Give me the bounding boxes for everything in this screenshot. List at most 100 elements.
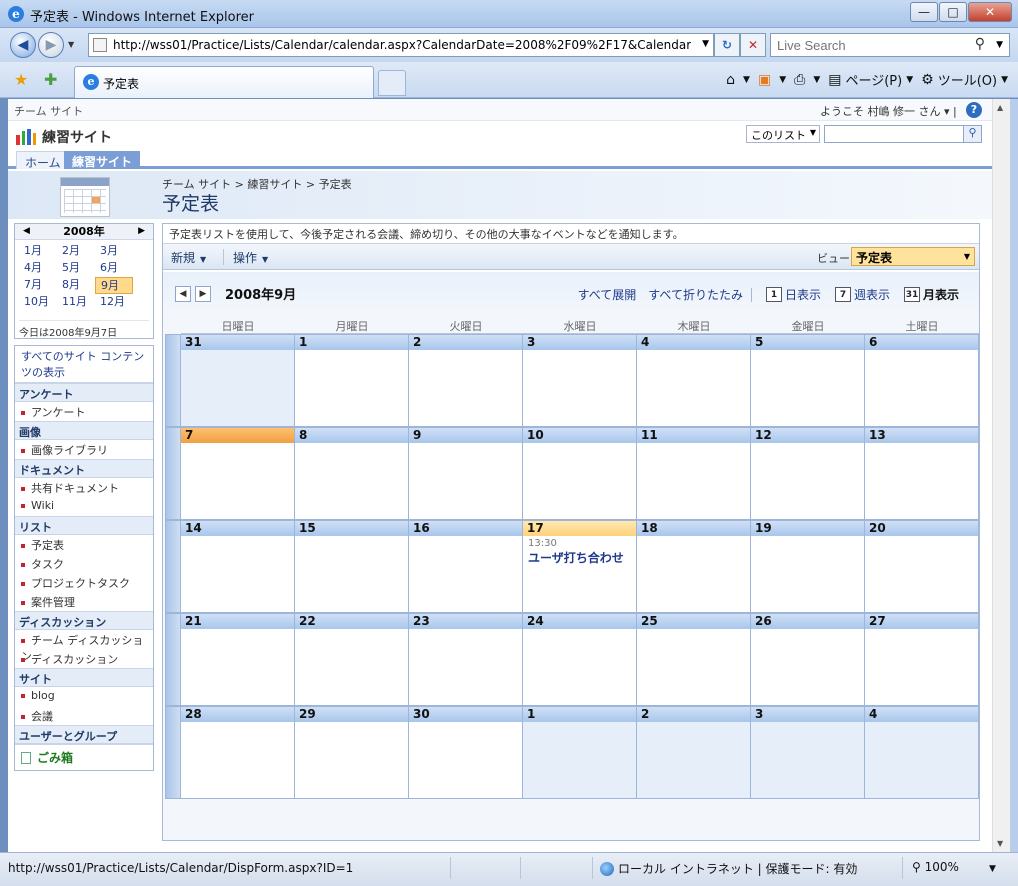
day-cell[interactable]: 11 [637,427,751,520]
back-button[interactable]: ◀ [10,32,36,58]
security-zone[interactable]: ローカル イントラネット | 保護モード: 有効 [600,860,857,877]
ql-heading-discussions[interactable]: ディスカッション [15,611,153,630]
day-cell[interactable]: 22 [295,613,409,706]
day-cell[interactable]: 1 [523,706,637,799]
ql-item-blog[interactable]: blog [15,687,153,706]
team-site-link[interactable]: チーム サイト [14,103,83,119]
event-title[interactable]: ユーザ打ち合わせ [528,549,636,566]
ql-item-meetings[interactable]: 会議 [15,706,153,725]
day-cell[interactable]: 3 [523,334,637,427]
tab-practice-site[interactable]: 練習サイト [64,151,141,169]
actions-menu[interactable]: 操作 ▼ [233,249,268,266]
day-cell[interactable]: 2 [409,334,523,427]
add-favorite-icon[interactable]: ✚ [44,70,57,89]
site-name[interactable]: 練習サイト [42,127,112,147]
url-dropdown-icon[interactable]: ▼ [702,39,709,49]
live-search-input[interactable] [777,35,967,55]
day-cell[interactable]: 3 [751,706,865,799]
month-jan[interactable]: 1月 [19,243,57,260]
zoom-level[interactable]: ⚲ 100% ▼ [912,860,996,874]
ql-heading-survey[interactable]: アンケート [15,383,153,402]
day-cell[interactable]: 10 [523,427,637,520]
ql-heading-lists[interactable]: リスト [15,516,153,535]
ql-item-issues[interactable]: 案件管理 [15,592,153,611]
minimize-button[interactable]: — [910,2,938,22]
scroll-down-icon[interactable]: ▼ [997,839,1003,848]
maximize-button[interactable]: □ [939,2,967,22]
all-site-content-link[interactable]: すべてのサイト コンテンツの表示 [15,346,153,383]
refresh-button[interactable]: ↻ [714,33,740,57]
ql-item-discussion[interactable]: ディスカッション [15,649,153,668]
day-cell[interactable]: 29 [295,706,409,799]
day-cell[interactable]: 18 [637,520,751,613]
day-cell[interactable]: 21 [181,613,295,706]
ql-heading-documents[interactable]: ドキュメント [15,459,153,478]
next-month-button[interactable]: ▶ [195,285,211,302]
print-button[interactable]: ⎙ ▼ [794,72,820,88]
next-year-icon[interactable]: ▶ [138,224,145,239]
day-cell[interactable]: 2 [637,706,751,799]
new-tab-button[interactable] [378,70,406,96]
day-cell[interactable]: 15 [295,520,409,613]
week-select-gutter[interactable] [165,427,181,520]
url-field[interactable]: http://wss01/Practice/Lists/Calendar/cal… [88,33,714,57]
month-feb[interactable]: 2月 [57,243,95,260]
scroll-up-icon[interactable]: ▲ [997,103,1003,112]
tab-calendar[interactable]: e 予定表 [74,66,374,98]
ql-item-team-discussion[interactable]: チーム ディスカッション [15,630,153,663]
site-search-input[interactable]: ⚲ [824,125,982,143]
month-apr[interactable]: 4月 [19,260,57,277]
calendar-event[interactable]: 13:30 ユーザ打ち合わせ [523,536,636,566]
feeds-button[interactable]: ▣ ▼ [758,72,786,88]
ql-item-calendar[interactable]: 予定表 [15,535,153,554]
month-view-button[interactable]: 31 月表示 [903,286,959,303]
favorites-star-icon[interactable]: ★ [14,70,28,89]
month-oct[interactable]: 10月 [19,294,57,311]
day-cell[interactable]: 14 [181,520,295,613]
day-cell[interactable]: 1 [295,334,409,427]
view-select[interactable]: 予定表 ▼ [851,247,975,266]
ql-heading-people-groups[interactable]: ユーザーとグループ [15,725,153,744]
day-cell[interactable]: 30 [409,706,523,799]
collapse-all-link[interactable]: すべて折りたたみ [648,286,743,303]
day-cell[interactable]: 17 13:30 ユーザ打ち合わせ [523,520,637,613]
search-go-icon[interactable]: ⚲ [963,126,981,142]
day-view-button[interactable]: 1 日表示 [765,286,821,303]
day-cell[interactable]: 28 [181,706,295,799]
ql-heading-pictures[interactable]: 画像 [15,421,153,440]
help-icon[interactable]: ? [966,102,982,118]
search-scope-select[interactable]: このリスト ▼ [746,125,820,143]
ql-item-picture-library[interactable]: 画像ライブラリ [15,440,153,459]
search-icon[interactable]: ⚲ [975,36,985,52]
month-sep[interactable]: 9月 [95,277,133,294]
ql-item-survey[interactable]: アンケート [15,402,153,421]
day-cell[interactable]: 9 [409,427,523,520]
day-cell[interactable]: 6 [865,334,979,427]
ql-heading-sites[interactable]: サイト [15,668,153,687]
month-dec[interactable]: 12月 [95,294,133,311]
tools-menu[interactable]: ⚙ ツール(O) ▼ [921,70,1008,90]
day-cell[interactable]: 4 [865,706,979,799]
tab-home[interactable]: ホーム [16,151,70,170]
forward-button[interactable]: ▶ [38,32,64,58]
home-button[interactable]: ⌂ ▼ [726,72,750,88]
day-cell[interactable]: 4 [637,334,751,427]
prev-year-icon[interactable]: ◀ [23,224,30,239]
day-cell[interactable]: 13 [865,427,979,520]
ql-item-tasks[interactable]: タスク [15,554,153,573]
day-cell[interactable]: 26 [751,613,865,706]
new-menu[interactable]: 新規 ▼ [171,249,206,266]
day-cell[interactable]: 27 [865,613,979,706]
month-nov[interactable]: 11月 [57,294,95,311]
month-may[interactable]: 5月 [57,260,95,277]
week-select-gutter[interactable] [165,520,181,613]
month-jul[interactable]: 7月 [19,277,57,294]
day-cell[interactable]: 12 [751,427,865,520]
welcome-menu[interactable]: ようこそ 村嶋 修一 さん ▾ | [820,103,957,119]
month-aug[interactable]: 8月 [57,277,95,294]
close-button[interactable]: ✕ [968,2,1012,22]
month-jun[interactable]: 6月 [95,260,133,277]
day-cell[interactable]: 24 [523,613,637,706]
ql-item-project-tasks[interactable]: プロジェクトタスク [15,573,153,592]
today-link[interactable]: 今日は2008年9月7日 [19,320,149,339]
